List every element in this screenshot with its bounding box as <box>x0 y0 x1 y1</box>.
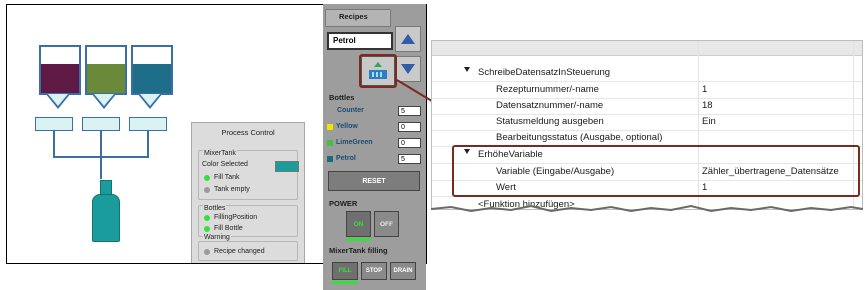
property-name: Statusmeldung ausgeben <box>496 116 604 127</box>
color-selected-swatch <box>275 161 299 172</box>
hopper-3-inner <box>140 94 160 106</box>
property-row[interactable]: Statusmeldung ausgeben Ein <box>432 114 862 131</box>
download-button-highlight <box>359 54 397 88</box>
tank-empty-indicator <box>204 186 210 193</box>
group-row-schreibe[interactable]: SchreibeDatensatzInSteuerung <box>432 65 862 82</box>
counter-value: 5 <box>398 106 421 116</box>
tank-empty-label: Tank empty <box>214 186 250 193</box>
property-name: Datensatznummer/-name <box>496 100 604 111</box>
fill-button[interactable]: FILL <box>332 262 358 280</box>
tank-2-level <box>87 64 125 93</box>
mixertank-group-title: MixerTank <box>203 150 237 157</box>
tank-empty-row: Tank empty <box>204 186 250 193</box>
power-off-button[interactable]: OFF <box>374 211 399 237</box>
arrow-up-icon <box>401 34 415 44</box>
power-on-indicator <box>346 238 371 241</box>
control-side-panel: Recipes Petrol Bottles Counter 5 Yellow … <box>323 4 426 262</box>
property-value[interactable]: Ein <box>702 116 716 127</box>
valve-2[interactable] <box>82 117 120 131</box>
torn-edge <box>431 204 863 213</box>
color-selected-label: Color Selected <box>202 161 248 168</box>
warning-group-title: Warning <box>203 234 231 241</box>
bottle-row-yellow: Yellow <box>327 123 358 130</box>
reset-button[interactable]: RESET <box>328 171 420 191</box>
bottle-row-counter: Counter <box>337 107 364 114</box>
fill-bottle-row: Fill Bottle <box>204 225 243 232</box>
yellow-swatch <box>327 123 333 130</box>
property-row[interactable]: Rezepturnummer/-name 1 <box>432 82 862 99</box>
tank-3-level <box>133 64 171 93</box>
pipe-2 <box>100 131 102 179</box>
limegreen-value: 0 <box>398 138 421 148</box>
yellow-value: 0 <box>398 122 421 132</box>
fill-tank-row: Fill Tank <box>204 174 240 181</box>
fill-tank-label: Fill Tank <box>214 174 240 181</box>
limegreen-swatch <box>327 139 333 146</box>
petrol-label: Petrol <box>336 155 356 162</box>
process-control-title: Process Control <box>221 128 275 137</box>
properties-header <box>432 41 862 56</box>
property-row[interactable]: Datensatznummer/-name 18 <box>432 98 862 115</box>
fill-active-indicator <box>332 281 358 284</box>
pipe-manifold <box>53 156 149 158</box>
valve-1[interactable] <box>35 117 73 131</box>
pipe-3 <box>147 131 149 157</box>
filling-position-row: FillingPosition <box>204 214 257 221</box>
bottle-row-petrol: Petrol <box>327 155 356 162</box>
recipe-up-button[interactable] <box>395 26 421 52</box>
yellow-label: Yellow <box>336 123 358 130</box>
stop-button[interactable]: STOP <box>361 262 387 280</box>
mixertank-group: MixerTank Color Selected Fill Tank Tank … <box>198 150 299 200</box>
power-title: POWER <box>329 199 358 208</box>
mixertank-filling-title: MixerTank filling <box>329 246 388 255</box>
tank-1-level <box>41 64 79 93</box>
mixer-filling-buttons: FILL STOP DRAIN <box>323 262 426 290</box>
tank-1 <box>39 45 81 95</box>
petrol-swatch <box>327 155 333 162</box>
hopper-2-inner <box>94 94 114 106</box>
pipe-1 <box>53 131 55 157</box>
fill-bottle-indicator <box>204 225 210 232</box>
limegreen-label: LimeGreen <box>336 139 373 146</box>
property-value[interactable]: 18 <box>702 100 713 111</box>
bottle-icon <box>92 194 120 242</box>
tank-3 <box>131 45 173 95</box>
fill-bottle-label: Fill Bottle <box>214 225 243 232</box>
counter-label: Counter <box>337 107 364 114</box>
expand-icon[interactable] <box>464 67 470 72</box>
recipe-down-button[interactable] <box>395 56 421 82</box>
power-on-button[interactable]: ON <box>346 211 371 237</box>
recipe-changed-row: Recipe changed <box>204 248 265 255</box>
process-control-panel: Process Control MixerTank Color Selected… <box>191 122 305 263</box>
arrow-down-icon <box>401 64 415 74</box>
warning-group: Warning Recipe changed <box>198 234 298 261</box>
bottles-group-title: Bottles <box>203 205 227 212</box>
valve-3[interactable] <box>129 117 167 131</box>
property-value[interactable]: 1 <box>702 84 707 95</box>
drain-button[interactable]: DRAIN <box>390 262 416 280</box>
recipe-select-field[interactable]: Petrol <box>327 32 393 50</box>
filling-position-label: FillingPosition <box>214 214 258 221</box>
petrol-value: 5 <box>398 154 421 164</box>
bottles-title: Bottles <box>329 93 355 102</box>
recipe-changed-label: Recipe changed <box>214 248 265 255</box>
hopper-1-inner <box>48 94 68 106</box>
tank-2 <box>85 45 127 95</box>
group-title-schreibe: SchreibeDatensatzInSteuerung <box>478 67 611 78</box>
color-selected-row: Color Selected <box>202 161 248 168</box>
recipes-title: Recipes <box>339 12 368 21</box>
property-name: Rezepturnummer/-name <box>496 84 599 95</box>
fill-tank-indicator <box>204 174 210 181</box>
filling-position-indicator <box>204 214 210 221</box>
erhoehe-variable-highlight <box>452 145 860 197</box>
recipe-changed-indicator <box>204 248 210 255</box>
property-name: Bearbeitungsstatus (Ausgabe, optional) <box>496 132 663 143</box>
bottles-group: Bottles FillingPosition Fill Bottle <box>198 205 298 237</box>
bottle-row-limegreen: LimeGreen <box>327 139 373 146</box>
